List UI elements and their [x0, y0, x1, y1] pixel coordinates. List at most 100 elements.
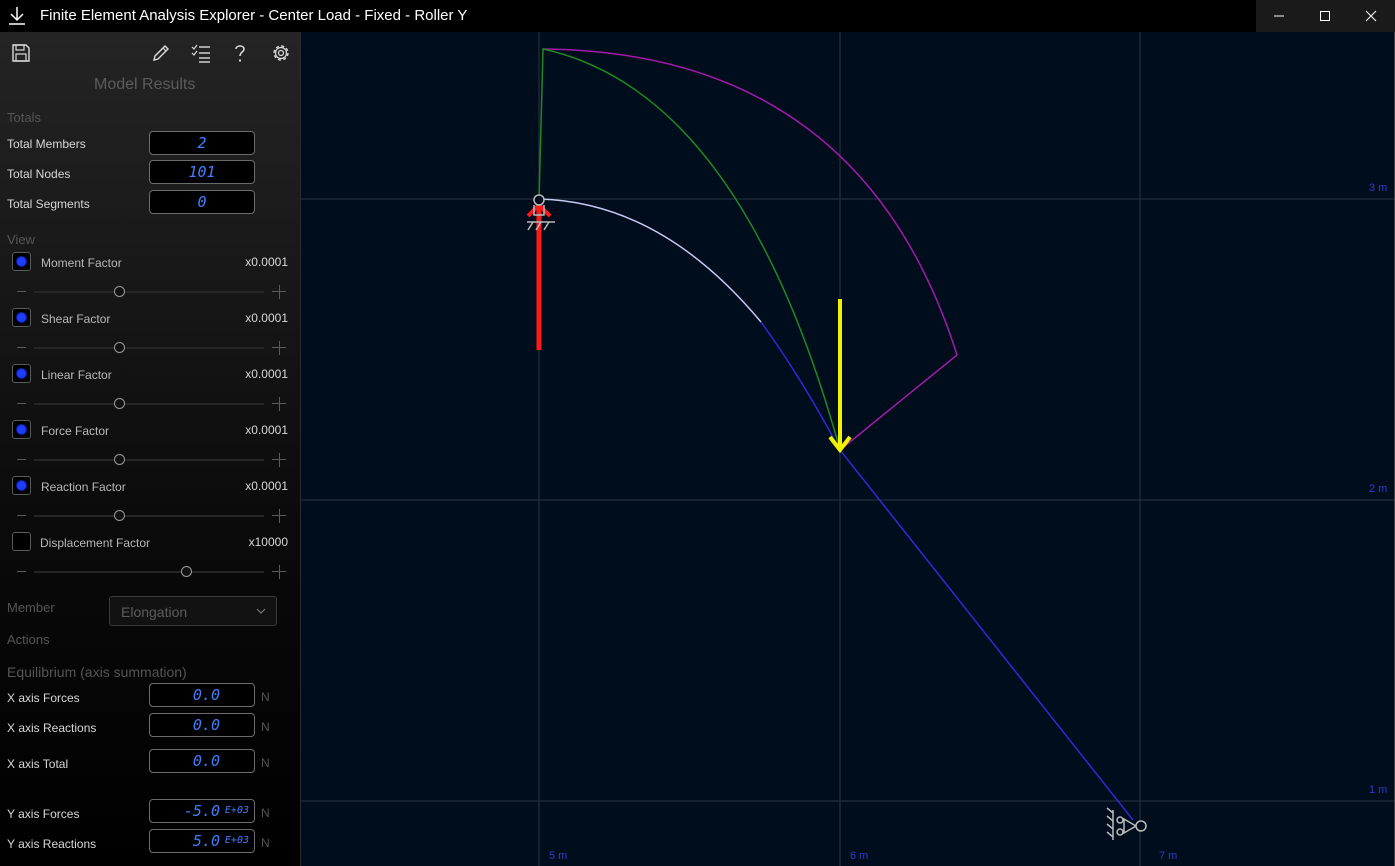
reaction-factor-label: Reaction Factor [41, 480, 126, 494]
slider-track[interactable] [34, 291, 264, 293]
minus-icon[interactable] [17, 515, 26, 516]
model-canvas[interactable]: 5 m 6 m 7 m 3 m 2 m 1 m [300, 32, 1395, 866]
moment-factor-checkbox[interactable] [12, 252, 31, 271]
minus-icon[interactable] [17, 291, 26, 292]
total-segments-value: 0 [149, 190, 255, 214]
totals-header: Totals [7, 110, 41, 125]
total-members-value: 2 [149, 131, 255, 155]
displacement-factor-checkbox[interactable] [12, 532, 31, 551]
close-button[interactable] [1348, 0, 1394, 32]
checklist-icon[interactable] [190, 42, 212, 64]
question-icon[interactable] [229, 42, 251, 64]
panel-title: Model Results [94, 76, 196, 93]
minus-icon[interactable] [17, 347, 26, 348]
chevron-down-icon [256, 608, 266, 614]
minus-icon[interactable] [17, 459, 26, 460]
gear-icon[interactable] [270, 42, 292, 64]
y-axis-label-3m: 3 m [1369, 182, 1388, 194]
linear-factor-value: x0.0001 [245, 367, 288, 381]
x-axis-total-label: X axis Total [7, 757, 69, 771]
minimize-button[interactable] [1256, 0, 1302, 32]
slider-track[interactable] [34, 571, 264, 573]
download-arrow-icon [9, 7, 25, 25]
total-segments-label: Total Segments [7, 197, 90, 211]
linear-factor-slider[interactable] [14, 396, 288, 412]
slider-thumb[interactable] [114, 398, 126, 409]
shear-factor-slider[interactable] [14, 340, 288, 356]
x-axis-total-unit: N [261, 756, 270, 770]
view-header: View [7, 232, 35, 247]
force-factor-value: x0.0001 [245, 423, 288, 437]
shear-diagram [538, 48, 841, 451]
moment-factor-slider[interactable] [14, 284, 288, 300]
reaction-factor-checkbox[interactable] [12, 476, 31, 495]
structure-drawing[interactable] [301, 32, 1394, 866]
shear-factor-checkbox[interactable] [12, 308, 31, 327]
equilibrium-header: Equilibrium (axis summation) [7, 664, 187, 680]
moment-factor-value: x0.0001 [245, 255, 288, 269]
x-axis-label-7m: 7 m [1159, 850, 1178, 862]
y-axis-reactions-value: 5.0 E+03 [149, 829, 255, 853]
linear-factor-label: Linear Factor [41, 368, 112, 382]
plus-icon-vertical [279, 509, 280, 523]
y-axis-forces-label: Y axis Forces [7, 807, 80, 821]
results-sidebar: Model Results Totals Total Members 2 Tot… [0, 32, 300, 866]
x-axis-forces-value: 0.0 [149, 683, 255, 707]
close-icon [1365, 10, 1377, 22]
moment-factor-label: Moment Factor [41, 256, 122, 270]
total-nodes-value: 101 [149, 160, 255, 184]
title-bar: Finite Element Analysis Explorer - Cente… [0, 0, 1395, 32]
force-factor-checkbox[interactable] [12, 420, 31, 439]
y-axis-reactions-unit: N [261, 836, 270, 850]
x-axis-forces-unit: N [261, 690, 270, 704]
slider-thumb[interactable] [114, 454, 126, 465]
slider-thumb[interactable] [114, 286, 126, 297]
force-factor-label: Force Factor [41, 424, 110, 438]
force-factor-slider[interactable] [14, 452, 288, 468]
slider-thumb[interactable] [114, 342, 126, 353]
shear-factor-value: x0.0001 [245, 311, 288, 325]
total-nodes-label: Total Nodes [7, 167, 71, 181]
x-axis-reactions-unit: N [261, 720, 270, 734]
plus-icon-vertical [279, 565, 280, 579]
window-title: Finite Element Analysis Explorer - Cente… [40, 7, 468, 24]
y-axis-label-2m: 2 m [1369, 483, 1388, 495]
slider-thumb[interactable] [114, 510, 126, 521]
x-axis-reactions-label: X axis Reactions [7, 721, 97, 735]
actions-header: Actions [7, 632, 50, 647]
slider-track[interactable] [34, 515, 264, 517]
window-controls [1256, 0, 1395, 32]
displacement-factor-label: Displacement Factor [40, 536, 151, 550]
slider-track[interactable] [34, 347, 264, 349]
y-axis-reactions-label: Y axis Reactions [7, 837, 97, 851]
moment-diagram [542, 48, 958, 451]
minus-icon[interactable] [17, 571, 26, 572]
x-axis-label-6m: 6 m [850, 850, 869, 862]
plus-icon-vertical [279, 285, 280, 299]
save-icon[interactable] [10, 42, 32, 64]
deflected-member [760, 321, 1134, 821]
x-axis-forces-label: X axis Forces [7, 691, 80, 705]
original-member-curve [538, 198, 762, 323]
displacement-factor-slider[interactable] [14, 564, 288, 580]
slider-track[interactable] [34, 403, 264, 405]
minimize-icon [1274, 15, 1284, 17]
member-result-selected: Elongation [121, 604, 188, 620]
minus-icon[interactable] [17, 403, 26, 404]
slider-track[interactable] [34, 459, 264, 461]
x-axis-reactions-value: 0.0 [149, 713, 255, 737]
maximize-icon [1320, 11, 1330, 21]
reaction-factor-slider[interactable] [14, 508, 288, 524]
maximize-button[interactable] [1302, 0, 1348, 32]
slider-thumb[interactable] [180, 566, 192, 577]
member-result-select[interactable]: Elongation [109, 596, 277, 626]
member-label: Member [7, 600, 55, 615]
total-members-label: Total Members [7, 137, 86, 151]
pencil-icon[interactable] [150, 42, 172, 64]
linear-factor-checkbox[interactable] [12, 364, 31, 383]
y-axis-forces-unit: N [261, 806, 270, 820]
displacement-factor-value: x10000 [248, 535, 288, 549]
x-axis-label-5m: 5 m [549, 850, 568, 862]
plus-icon-vertical [279, 397, 280, 411]
y-axis-forces-value: -5.0 E+03 [149, 799, 255, 823]
